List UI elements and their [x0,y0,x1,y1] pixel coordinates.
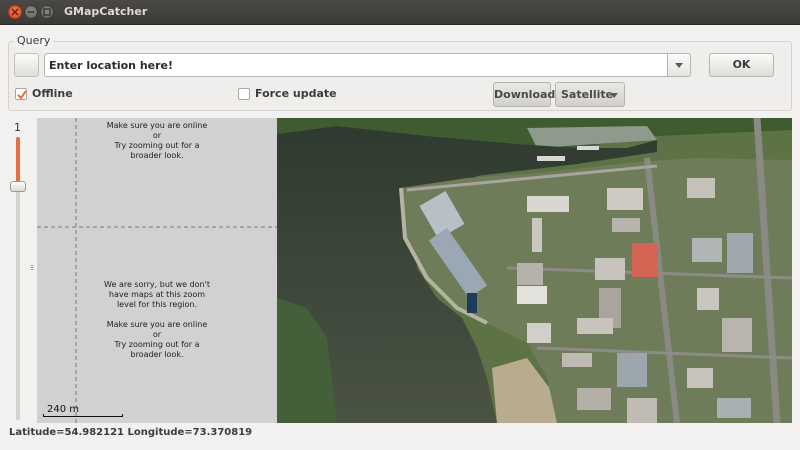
message-line: Make sure you are online [106,320,208,329]
close-icon [11,8,19,16]
message-line: have maps at this zoom [108,290,206,299]
no-tile-message-bottom: We are sorry, but we don't have maps at … [37,280,277,360]
message-line: We are sorry, but we don't [104,280,210,289]
message-line: or [152,330,162,339]
message-line: broader look. [130,350,184,359]
chevron-down-icon [675,63,683,68]
location-dropdown-button[interactable] [668,53,691,77]
message-line: level for this region. [116,300,198,309]
message-line: or [152,131,162,140]
message-line: Try zooming out for a [114,141,200,150]
missing-tiles-area: Make sure you are online or Try zooming … [37,118,277,423]
message-line: broader look. [130,151,184,160]
scale-bar [43,414,123,417]
minimize-window-button[interactable] [24,5,38,19]
close-window-button[interactable] [8,5,22,19]
location-input[interactable] [44,53,668,77]
zoom-slider-handle[interactable] [10,181,26,192]
window-title: GMapCatcher [64,5,148,18]
pane-resize-grip[interactable] [31,265,33,271]
force-update-label: Force update [255,87,337,100]
no-tile-message-top: Make sure you are online or Try zooming … [37,121,277,161]
tile-grid-lines [37,118,277,423]
force-update-checkbox[interactable] [238,88,250,100]
ok-button[interactable]: OK [709,53,774,77]
satellite-imagery [277,118,792,423]
message-line: Try zooming out for a [114,340,200,349]
checkmark-icon [17,90,27,100]
maximize-icon [43,8,51,16]
query-group-label: Query [14,34,54,47]
zoom-level-label: 1 [14,121,21,134]
zoom-slider-fill [16,137,20,183]
minimize-icon [28,11,34,13]
map-view[interactable]: Make sure you are online or Try zooming … [37,118,792,423]
title-bar: GMapCatcher [0,0,800,25]
chevron-down-icon [610,93,618,98]
map-type-value: Satellite [561,88,614,101]
maximize-window-button[interactable] [40,5,54,19]
message-line: Make sure you are online [106,121,208,130]
offline-checkbox[interactable] [15,88,27,100]
download-button[interactable]: Download [493,82,555,107]
offline-label: Offline [32,87,73,100]
location-history-button[interactable] [14,53,39,77]
map-type-select[interactable]: Satellite [555,82,625,107]
coordinates-status: Latitude=54.982121 Longitude=73.370819 [9,427,253,438]
